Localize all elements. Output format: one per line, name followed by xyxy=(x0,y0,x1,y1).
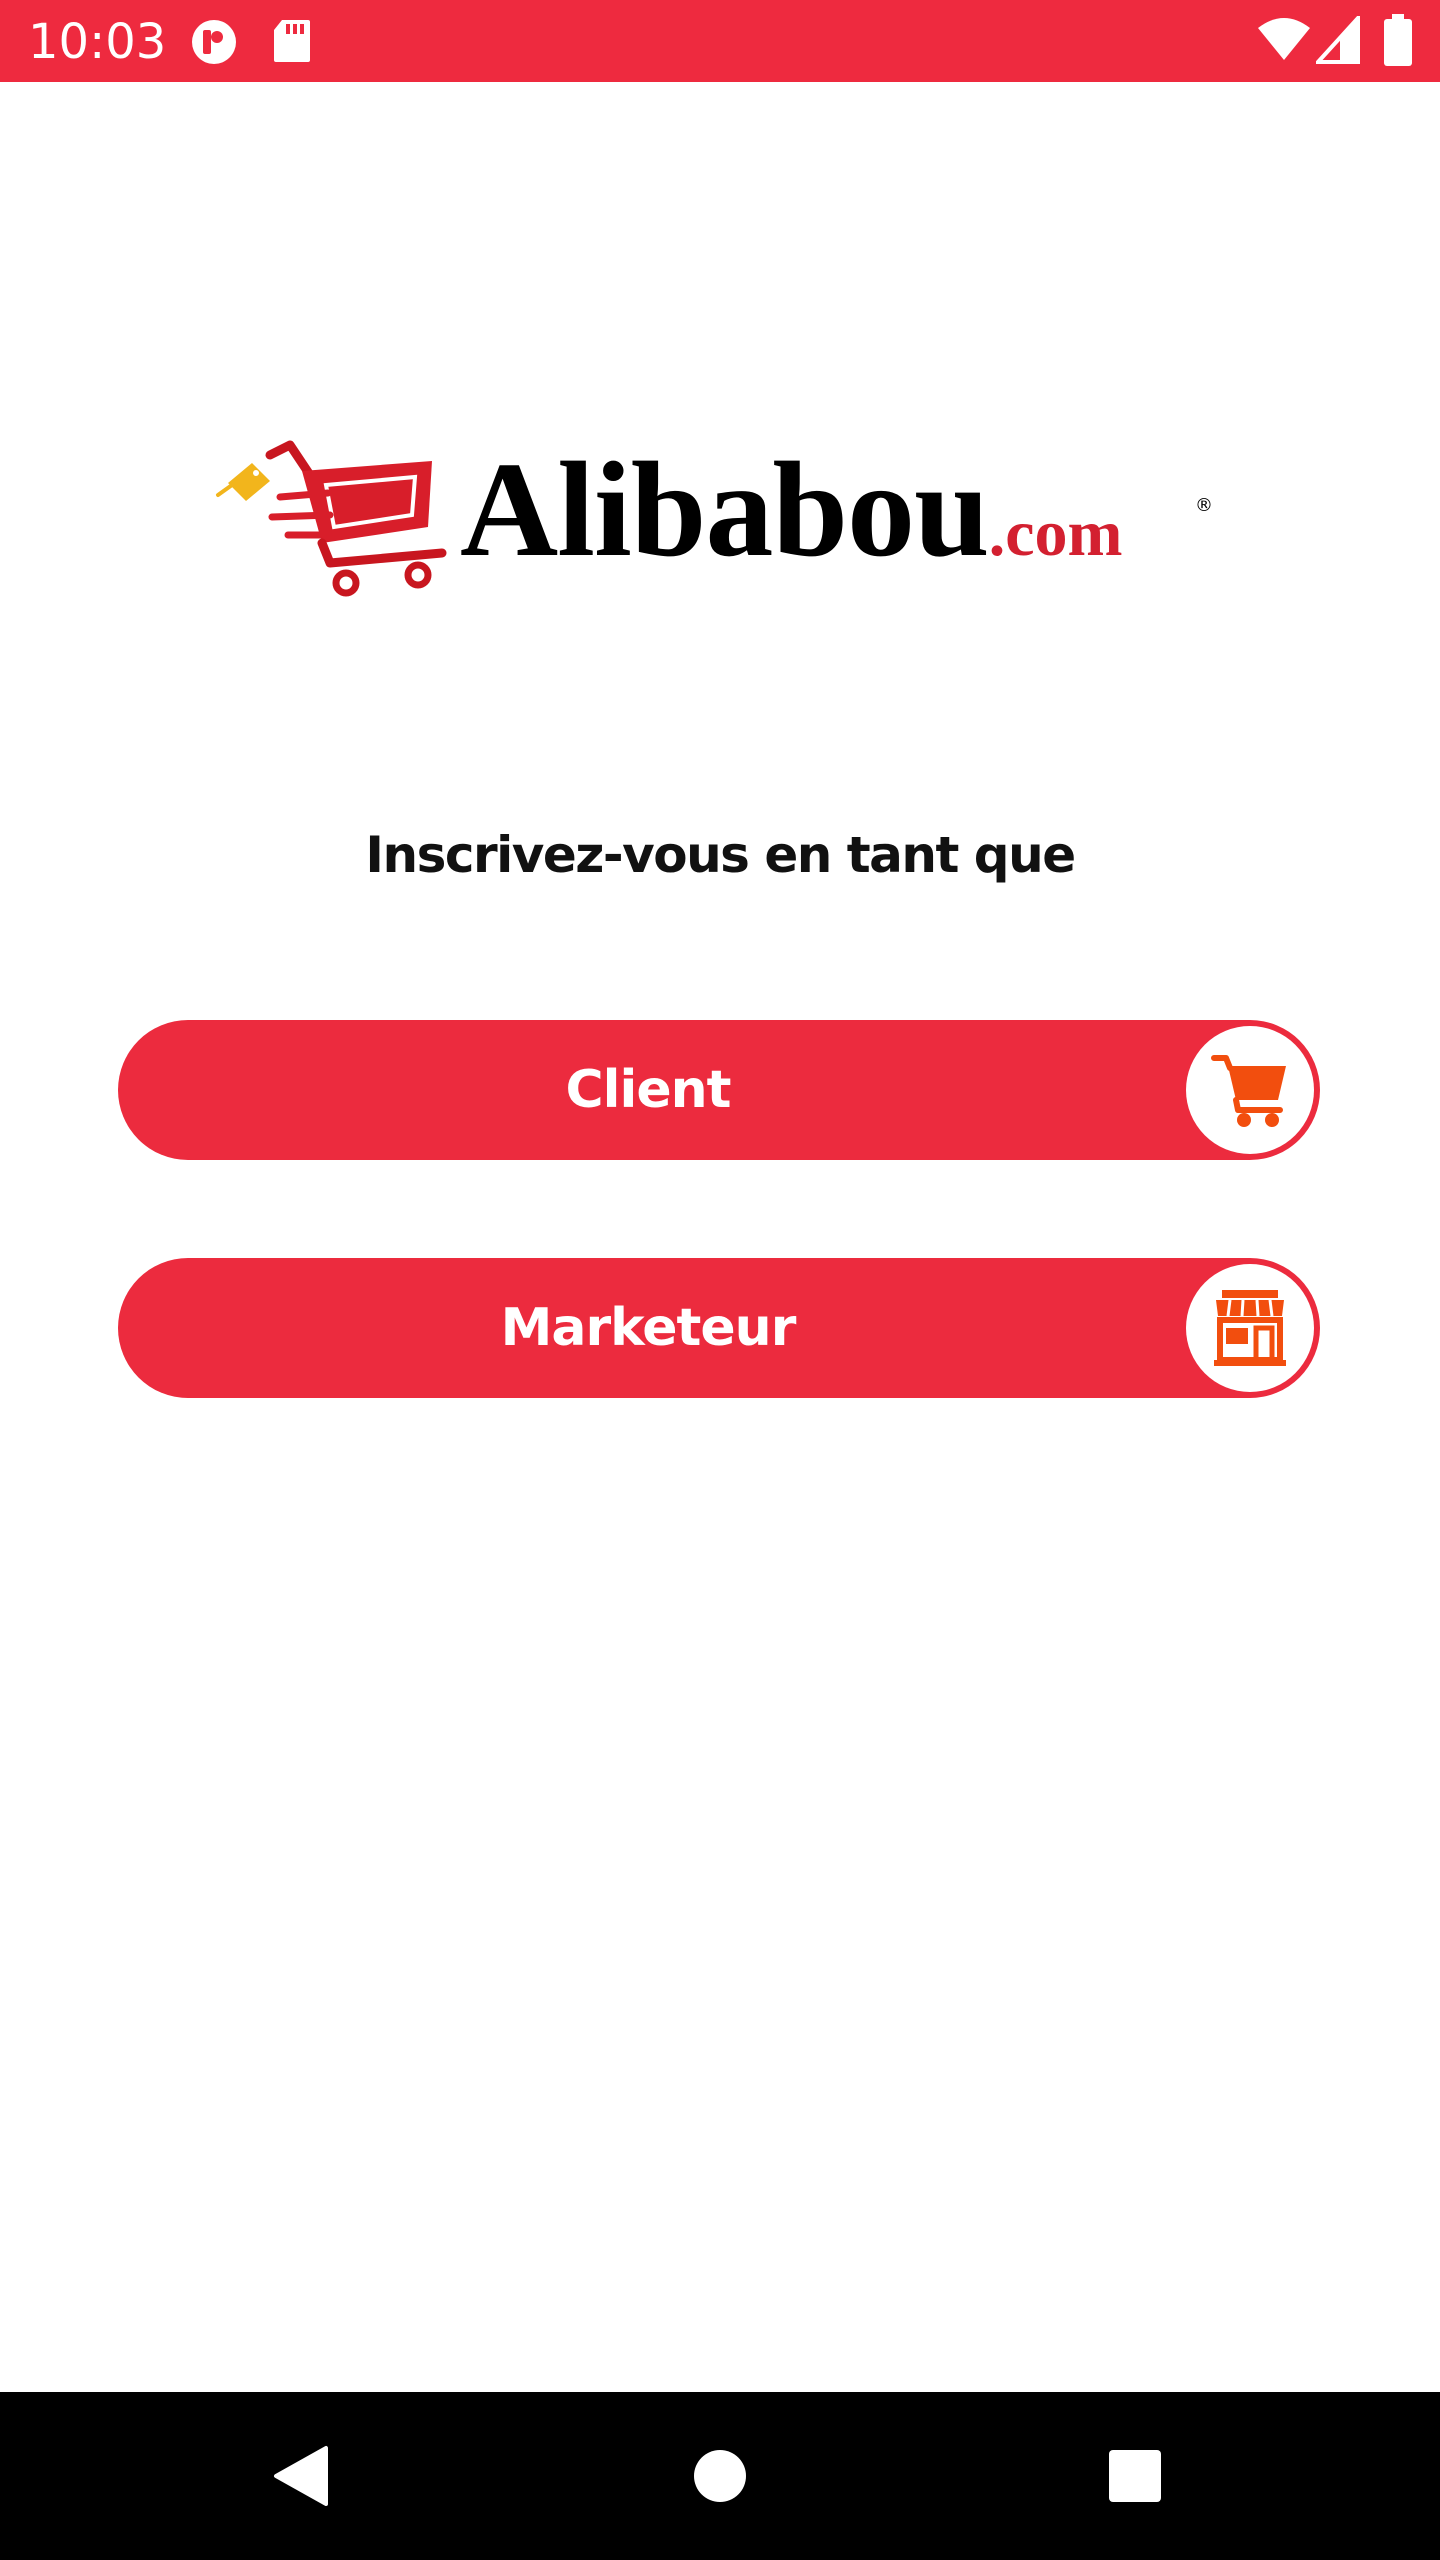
shopping-cart-logo-icon xyxy=(216,440,447,597)
storefront-icon xyxy=(1214,1290,1286,1366)
app-notification-icon xyxy=(190,18,238,71)
brand-wordmark: Alibabou.com xyxy=(460,435,1122,609)
signup-heading: Inscrivez-vous en tant que xyxy=(365,826,1076,884)
brand-name: Alibabou xyxy=(460,435,990,585)
recents-button[interactable] xyxy=(1085,2426,1185,2526)
cell-signal-icon xyxy=(1313,12,1360,69)
brand-logo: Alibabou.com ® xyxy=(210,425,1240,605)
back-button[interactable] xyxy=(250,2426,350,2526)
recents-icon xyxy=(1109,2450,1161,2502)
home-icon xyxy=(694,2450,746,2502)
signup-role-screen: 10:03 Alibabou.com ® Inscrivez-vous en t… xyxy=(0,0,1440,2560)
client-icon-badge xyxy=(1186,1026,1314,1154)
home-button[interactable] xyxy=(670,2426,770,2526)
sd-card-icon xyxy=(272,18,312,69)
client-button-label: Client xyxy=(565,1060,732,1120)
brand-tld: .com xyxy=(988,497,1123,570)
registered-mark: ® xyxy=(1195,495,1213,516)
shopping-cart-icon xyxy=(1211,1055,1286,1127)
client-button[interactable]: Client xyxy=(118,1020,1320,1160)
battery-icon xyxy=(1384,14,1412,71)
back-icon xyxy=(274,2446,328,2506)
marketer-button-label: Marketeur xyxy=(500,1298,797,1358)
status-time: 10:03 xyxy=(28,14,167,70)
marketer-icon-badge xyxy=(1186,1264,1314,1392)
status-bar: 10:03 xyxy=(0,0,1440,82)
marketer-button[interactable]: Marketeur xyxy=(118,1258,1320,1398)
wifi-icon xyxy=(1256,16,1312,67)
navigation-bar xyxy=(0,2392,1440,2560)
